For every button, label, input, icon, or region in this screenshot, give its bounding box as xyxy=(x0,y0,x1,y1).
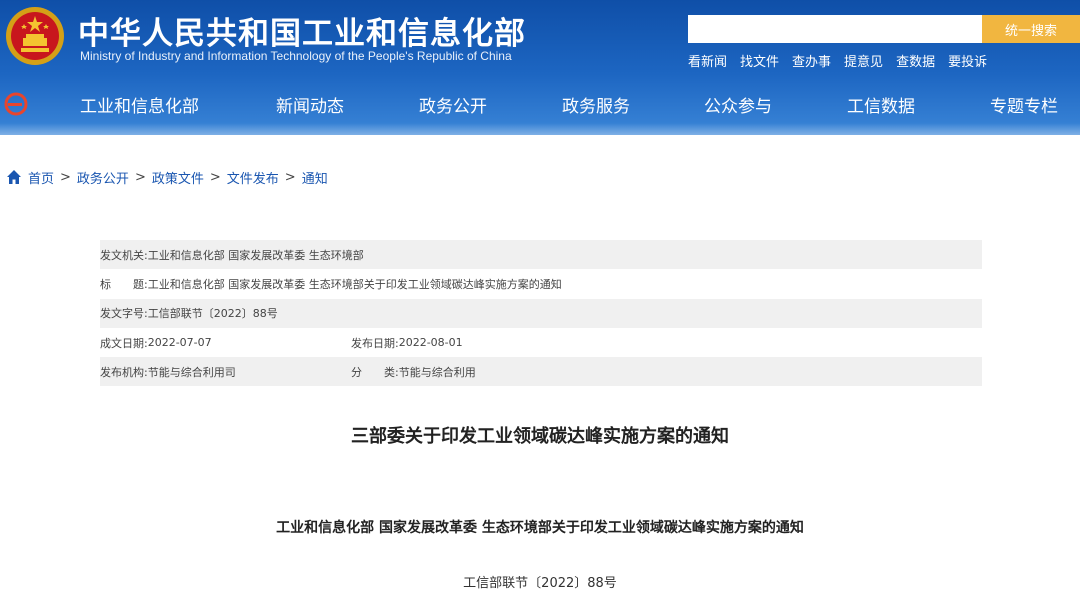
breadcrumb-government-affairs[interactable]: 政务公开 xyxy=(77,168,129,187)
nav-item-data[interactable]: 工信数据 xyxy=(847,92,915,117)
quick-link-news[interactable]: 看新闻 xyxy=(688,51,727,70)
site-subtitle: Ministry of Industry and Information Tec… xyxy=(80,49,512,63)
meta-published-label: 发布日期: xyxy=(351,336,399,350)
quick-links: 看新闻 找文件 查办事 提意见 查数据 要投诉 xyxy=(688,51,1080,70)
nav-item-news[interactable]: 新闻动态 xyxy=(276,92,344,117)
document-title: 三部委关于印发工业领域碳达峰实施方案的通知 xyxy=(351,426,729,447)
main-nav: 工业和信息化部 新闻动态 政务公开 政务服务 公众参与 工信数据 专题专栏 xyxy=(0,86,1080,122)
meta-issuer-value: 工业和信息化部 国家发展改革委 生态环境部 xyxy=(147,248,364,262)
quick-link-documents[interactable]: 找文件 xyxy=(740,51,779,70)
meta-issuer-label: 发文机关: xyxy=(100,248,148,262)
breadcrumb-separator: > xyxy=(209,169,221,185)
nav-item-services[interactable]: 政务服务 xyxy=(562,92,630,117)
breadcrumb-document-release[interactable]: 文件发布 xyxy=(227,168,279,187)
meta-row-doc-number: 发文字号: 工信部联节〔2022〕88号 xyxy=(100,298,982,328)
meta-created-label: 成文日期: xyxy=(100,336,148,350)
site-title: 中华人民共和国工业和信息化部 xyxy=(78,16,526,52)
meta-row-issuer: 发文机关: 工业和信息化部 国家发展改革委 生态环境部 xyxy=(100,240,982,270)
national-emblem-icon xyxy=(6,7,64,65)
breadcrumb-separator: > xyxy=(134,169,146,185)
meta-doc-number-value: 工信部联节〔2022〕88号 xyxy=(147,307,278,321)
search-button[interactable]: 统一搜索 xyxy=(982,15,1080,43)
meta-title-value: 工业和信息化部 国家发展改革委 生态环境部关于印发工业领域碳达峰实施方案的通知 xyxy=(147,277,562,291)
nav-item-government-affairs[interactable]: 政务公开 xyxy=(419,92,487,117)
meta-doc-number-label: 发文字号: xyxy=(100,307,148,321)
meta-published-value: 2022-08-01 xyxy=(398,336,463,350)
quick-link-services[interactable]: 查办事 xyxy=(792,51,831,70)
breadcrumb-separator: > xyxy=(60,169,71,185)
search-input[interactable] xyxy=(688,15,982,43)
meta-created-value: 2022-07-07 xyxy=(147,336,212,350)
quick-link-data[interactable]: 查数据 xyxy=(896,51,935,70)
breadcrumb-home[interactable]: 首页 xyxy=(28,168,54,187)
document-number: 工信部联节〔2022〕88号 xyxy=(463,576,617,591)
breadcrumb-separator: > xyxy=(284,169,296,185)
meta-row-title: 标 题: 工业和信息化部 国家发展改革委 生态环境部关于印发工业领域碳达峰实施方… xyxy=(100,269,982,298)
quick-link-feedback[interactable]: 提意见 xyxy=(844,51,883,70)
meta-category-label: 分 类: xyxy=(351,365,399,379)
document-subtitle: 工业和信息化部 国家发展改革委 生态环境部关于印发工业领域碳达峰实施方案的通知 xyxy=(276,520,804,536)
site-header: 中华人民共和国工业和信息化部 Ministry of Industry and … xyxy=(0,0,1080,135)
quick-link-complaint[interactable]: 要投诉 xyxy=(948,51,987,70)
meta-category-value: 节能与综合利用 xyxy=(398,365,476,379)
meta-category-group: 分 类: 节能与综合利用 xyxy=(351,364,476,380)
meta-title-label: 标 题: xyxy=(100,277,148,291)
home-icon xyxy=(7,170,21,184)
nav-item-participation[interactable]: 公众参与 xyxy=(704,92,772,117)
nav-item-topics[interactable]: 专题专栏 xyxy=(990,92,1058,117)
nav-item-ministry[interactable]: 工业和信息化部 xyxy=(80,92,199,117)
breadcrumb-notice[interactable]: 通知 xyxy=(302,168,328,187)
meta-agency-value: 节能与综合利用司 xyxy=(147,365,236,379)
breadcrumb: 首页 > 政务公开 > 政策文件 > 文件发布 > 通知 xyxy=(6,168,328,187)
meta-agency-label: 发布机构: xyxy=(100,365,148,379)
document-metadata: 发文机关: 工业和信息化部 国家发展改革委 生态环境部 标 题: 工业和信息化部… xyxy=(100,240,982,387)
meta-row-dates: 成文日期: 2022-07-07 发布日期: 2022-08-01 xyxy=(100,328,982,357)
meta-row-agency: 发布机构: 节能与综合利用司 分 类: 节能与综合利用 xyxy=(100,357,982,387)
meta-published-group: 发布日期: 2022-08-01 xyxy=(351,335,463,351)
breadcrumb-policy-documents[interactable]: 政策文件 xyxy=(152,168,204,187)
